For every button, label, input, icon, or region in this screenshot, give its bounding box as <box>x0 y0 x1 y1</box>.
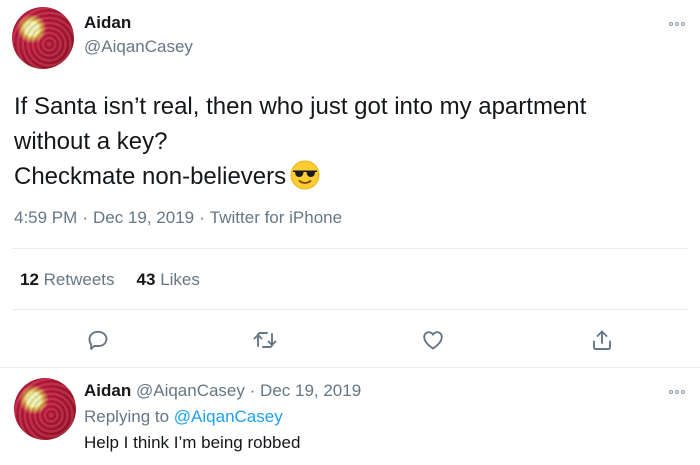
more-dot <box>669 22 673 26</box>
tweet-date[interactable]: Dec 19, 2019 <box>93 208 194 227</box>
tweet-text-line: without a key? <box>14 128 168 155</box>
retweet-button[interactable] <box>247 322 283 358</box>
reply-header: Aidan @AiqanCasey · Dec 19, 2019 <box>84 381 361 401</box>
more-options-button[interactable] <box>669 22 685 26</box>
likes-stat[interactable]: 43 Likes <box>137 270 200 289</box>
retweets-count: 12 <box>20 270 39 289</box>
retweets-stat[interactable]: 12 Retweets <box>20 270 115 289</box>
meta-separator: · <box>199 208 205 227</box>
retweets-label: Retweets <box>43 270 115 289</box>
more-dot <box>675 390 679 394</box>
author-name[interactable]: Aidan <box>84 13 131 33</box>
more-dot <box>669 390 673 394</box>
tweet-meta: 4:59 PM · Dec 19, 2019 · Twitter for iPhone <box>14 208 342 228</box>
reply-separator: · <box>249 381 256 400</box>
share-button[interactable] <box>584 322 620 358</box>
share-icon <box>593 330 611 350</box>
tweet-actions <box>0 322 700 358</box>
main-tweet: Aidan @AiqanCasey If Santa isn’t real, t… <box>0 0 700 368</box>
tweet-text-line: If Santa isn’t real, then who just got i… <box>14 93 587 120</box>
tweet-time[interactable]: 4:59 PM <box>14 208 77 227</box>
more-dot <box>681 22 685 26</box>
replying-to-handle-link[interactable]: @AiqanCasey <box>174 407 283 426</box>
reply-text: Help I think I’m being robbed <box>84 433 301 452</box>
like-button[interactable] <box>415 322 451 358</box>
reply-author-name[interactable]: Aidan <box>84 381 131 400</box>
retweet-icon <box>253 332 277 348</box>
tweet-text: If Santa isn’t real, then who just got i… <box>14 89 684 200</box>
avatar[interactable] <box>12 7 74 69</box>
tweet-text-line-with-emoji: Checkmate non-believers <box>14 159 684 200</box>
avatar[interactable] <box>14 378 76 440</box>
author-handle[interactable]: @AiqanCasey <box>84 37 193 57</box>
reply-tweet[interactable]: Aidan @AiqanCasey · Dec 19, 2019 Replyin… <box>0 368 700 465</box>
reply-button[interactable] <box>80 322 116 358</box>
tweet-text-line: Checkmate non-believers <box>14 163 287 190</box>
heart-icon <box>423 331 443 350</box>
more-dot <box>681 390 685 394</box>
more-options-button[interactable] <box>669 390 685 394</box>
reply-icon <box>88 330 108 350</box>
likes-label: Likes <box>160 270 200 289</box>
meta-separator: · <box>82 208 88 227</box>
divider <box>12 309 688 310</box>
divider <box>12 248 688 249</box>
replying-to: Replying to @AiqanCasey <box>84 407 283 427</box>
replying-to-label: Replying to <box>84 407 170 426</box>
likes-count: 43 <box>136 270 156 289</box>
sunglasses-emoji-icon <box>290 160 320 200</box>
tweet-source[interactable]: Twitter for iPhone <box>210 208 342 227</box>
reply-date[interactable]: Dec 19, 2019 <box>260 381 361 400</box>
more-dot <box>675 22 679 26</box>
reply-author-handle[interactable]: @AiqanCasey <box>136 381 245 400</box>
tweet-stats: 12 Retweets 43 Likes <box>20 270 222 290</box>
